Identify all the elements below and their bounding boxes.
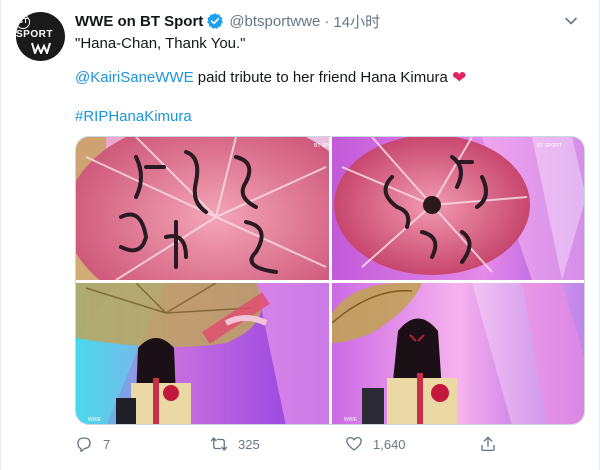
timestamp[interactable]: 14小时 [333,11,380,32]
svg-text:WWE: WWE [344,417,357,423]
retweet-count: 325 [238,436,260,452]
wwe-logo-icon [30,42,51,54]
wrestler-image-icon: WWE [332,283,584,424]
tweet-actions: 7 325 1,640 [75,432,575,456]
wrestler-image-icon: WWE [76,283,329,424]
share-button[interactable] [479,432,497,456]
verified-badge-icon [206,12,224,30]
hashtag-link[interactable]: #RIPHanaKimura [75,108,192,125]
tweet-card[interactable]: BTSPORT WWE on BT Sport @btsportwwe · 14… [0,0,600,470]
umbrella-image-icon: BT SPORT [332,137,584,280]
reply-icon [77,437,91,453]
separator-dot: · [324,12,330,30]
display-name[interactable]: WWE on BT Sport [75,13,203,30]
chevron-down-icon[interactable] [562,12,580,30]
retweet-icon [210,437,228,451]
like-count: 1,640 [373,436,406,452]
retweet-button[interactable]: 325 [210,432,260,456]
user-handle[interactable]: @btsportwwe [229,13,320,30]
red-heart-emoji: ❤ [452,68,467,87]
mention-link[interactable]: @KairiSaneWWE [75,69,194,86]
svg-text:BT SPORT: BT SPORT [314,143,329,149]
photo-3[interactable]: WWE [76,283,329,424]
tweet-header: WWE on BT Sport @btsportwwe · 14小时 [75,10,584,32]
avatar-brand-logo: BTSPORT [16,15,65,40]
photo-1[interactable]: BT SPORT [76,137,329,280]
photo-grid: BT SPORT [75,136,585,425]
umbrella-image-icon: BT SPORT [76,137,329,280]
tweet-text-line-2: @KairiSaneWWE paid tribute to her friend… [75,68,584,88]
svg-text:BT SPORT: BT SPORT [537,143,562,149]
share-icon [481,436,495,452]
tweet-text: paid tribute to her friend Hana Kimura [193,69,448,86]
avatar[interactable]: BTSPORT [16,12,65,61]
photo-4[interactable]: WWE [332,283,584,424]
tweet-text-line-1: "Hana-Chan, Thank You." [75,35,246,52]
heart-icon [346,436,362,451]
tweet-text-line-3: #RIPHanaKimura [75,107,584,127]
svg-text:WWE: WWE [88,417,101,423]
photo-2[interactable]: BT SPORT [332,137,584,280]
like-button[interactable]: 1,640 [345,432,406,456]
reply-button[interactable]: 7 [75,432,110,456]
reply-count: 7 [103,436,111,452]
